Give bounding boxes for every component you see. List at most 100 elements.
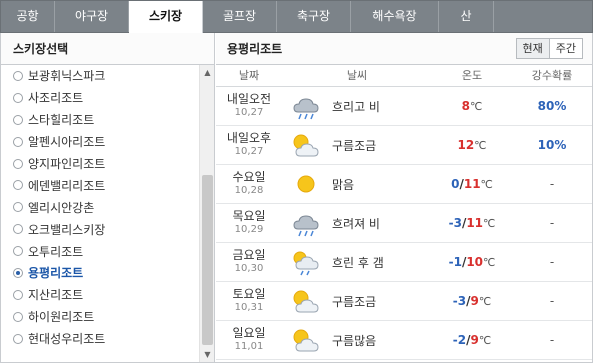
tab-beach[interactable]: 해수욕장 (351, 1, 439, 32)
radio-button[interactable] (13, 158, 23, 169)
forecast-row: 금요일 10,30 흐린 후 갬 -1/10℃ - (216, 243, 592, 282)
weather-label: 흐리고 비 (332, 99, 380, 114)
tab-mountain[interactable]: 산 (439, 1, 494, 32)
resort-label: 하이원리조트 (28, 310, 95, 325)
radio-button[interactable] (13, 180, 23, 191)
resort-label: 지산리조트 (28, 288, 84, 303)
header-date: 날짜 (238, 69, 260, 82)
weather-label: 흐려져 비 (332, 216, 380, 231)
weather-label: 맑음 (332, 177, 355, 192)
resort-item[interactable]: 오크밸리스키장 (1, 218, 199, 240)
resort-item[interactable]: 오투리조트 (1, 240, 199, 262)
resort-item[interactable]: 용평리조트 (1, 262, 199, 284)
header-weather: 날씨 (346, 69, 368, 82)
scroll-down-arrow-icon[interactable]: ▼ (200, 347, 215, 362)
resort-item[interactable]: 알펜시아리조트 (1, 131, 199, 153)
temp-unit: ℃ (478, 295, 492, 308)
resort-label: 에덴밸리리조트 (28, 178, 106, 193)
resort-label: 현대성우리조트 (28, 332, 106, 347)
radio-button[interactable] (13, 246, 23, 257)
temperature-cell: -1/10℃ (432, 255, 512, 269)
rain-probability: 80% (537, 99, 567, 113)
radio-button[interactable] (13, 333, 23, 344)
radio-button[interactable] (13, 92, 23, 103)
high-temp: 9 (470, 294, 479, 308)
radio-button[interactable] (13, 136, 23, 147)
tab-golf[interactable]: 골프장 (203, 1, 277, 32)
resort-item[interactable]: 하이원리조트 (1, 306, 199, 328)
forecast-panel: 용평리조트 현재 주간 날짜 날씨 온도 강수확률 내일오전 10,27 흐리고 비… (216, 33, 592, 362)
header-temp: 온도 (461, 69, 483, 82)
radio-button[interactable] (13, 267, 23, 278)
temp-unit: ℃ (480, 178, 493, 191)
resort-list-scrollbar[interactable]: ▲ ▼ (199, 65, 214, 362)
resort-item[interactable]: 지산리조트 (1, 284, 199, 306)
resort-item[interactable]: 사조리조트 (1, 87, 199, 109)
temp-unit: ℃ (470, 100, 483, 113)
radio-button[interactable] (13, 289, 23, 300)
weather-cell: 흐리고 비 (282, 92, 432, 120)
tab-airport[interactable]: 공항 (1, 1, 55, 32)
resort-item[interactable]: 엘리시안강촌 (1, 196, 199, 218)
radio-button[interactable] (13, 311, 23, 322)
day-label: 내일오후 (226, 131, 272, 145)
sun-cloud-icon (290, 131, 322, 159)
radio-button[interactable] (13, 202, 23, 213)
forecast-header: 용평리조트 현재 주간 (216, 33, 592, 65)
weather-cell: 흐려져 비 (282, 209, 432, 237)
forecast-date: 금요일 10,30 (216, 248, 282, 276)
high-temp: 12 (457, 138, 475, 152)
tab-soccer[interactable]: 축구장 (277, 1, 351, 32)
temperature-cell: -2/9℃ (432, 333, 512, 347)
resort-item[interactable]: 에덴밸리리조트 (1, 174, 199, 196)
cloud-rain-icon (290, 92, 322, 120)
day-label: 목요일 (232, 209, 266, 223)
resort-select-title: 스키장선택 (1, 33, 214, 65)
date-label: 10,27 (234, 107, 264, 118)
rain-probability: - (549, 294, 555, 308)
resort-label: 알펜시아리조트 (28, 135, 106, 150)
tab-ski[interactable]: 스키장 (129, 1, 203, 33)
resort-item[interactable]: 보광휘닉스파크 (1, 65, 199, 87)
resort-item[interactable]: 스타힐리조트 (1, 109, 199, 131)
temperature-cell: 0/11℃ (432, 177, 512, 191)
forecast-date: 수요일 10,28 (216, 170, 282, 198)
resort-label: 양지파인리조트 (28, 157, 106, 171)
weather-cell: 구름많음 (282, 326, 432, 354)
weather-label: 흐린 후 갬 (332, 255, 384, 270)
temp-unit: ℃ (483, 256, 496, 269)
radio-button[interactable] (13, 224, 23, 235)
radio-button[interactable] (13, 114, 23, 125)
low-temp: -3 (448, 216, 462, 230)
sun-cloud-icon (290, 287, 322, 315)
temperature-cell: 8℃ (432, 99, 512, 113)
high-temp: 11 (463, 177, 481, 191)
day-label: 토요일 (232, 287, 266, 301)
scroll-thumb[interactable] (202, 175, 213, 345)
current-button[interactable]: 현재 (515, 38, 550, 59)
high-temp: 8 (461, 99, 470, 113)
weekly-button[interactable]: 주간 (549, 38, 583, 59)
forecast-date: 토요일 10,31 (216, 287, 282, 315)
weather-cell: 구름조금 (282, 287, 432, 315)
tab-baseball[interactable]: 야구장 (55, 1, 129, 32)
resort-item[interactable]: 양지파인리조트 (1, 153, 199, 175)
resort-label: 보광휘닉스파크 (28, 69, 106, 84)
forecast-date: 내일오후 10,27 (216, 131, 282, 159)
scroll-up-arrow-icon[interactable]: ▲ (200, 65, 215, 80)
cloud-rain-icon (290, 209, 322, 237)
resort-item[interactable]: 현대성우리조트 (1, 328, 199, 350)
forecast-row: 내일오후 10,27 구름조금 12℃ 10% (216, 126, 592, 165)
radio-button[interactable] (13, 70, 23, 81)
forecast-row: 일요일 11,01 구름많음 -2/9℃ - (216, 321, 592, 360)
day-label: 내일오전 (226, 92, 272, 106)
resort-label: 스타힐리조트 (28, 113, 95, 128)
date-label: 10,31 (234, 302, 264, 313)
sun-icon (290, 170, 322, 198)
rain-probability: - (549, 333, 555, 347)
weather-cell: 흐린 후 갬 (282, 248, 432, 276)
header-rain: 강수확률 (531, 69, 573, 82)
temperature-cell: 12℃ (432, 138, 512, 152)
date-label: 10,27 (234, 146, 264, 157)
low-temp: -3 (452, 294, 467, 308)
